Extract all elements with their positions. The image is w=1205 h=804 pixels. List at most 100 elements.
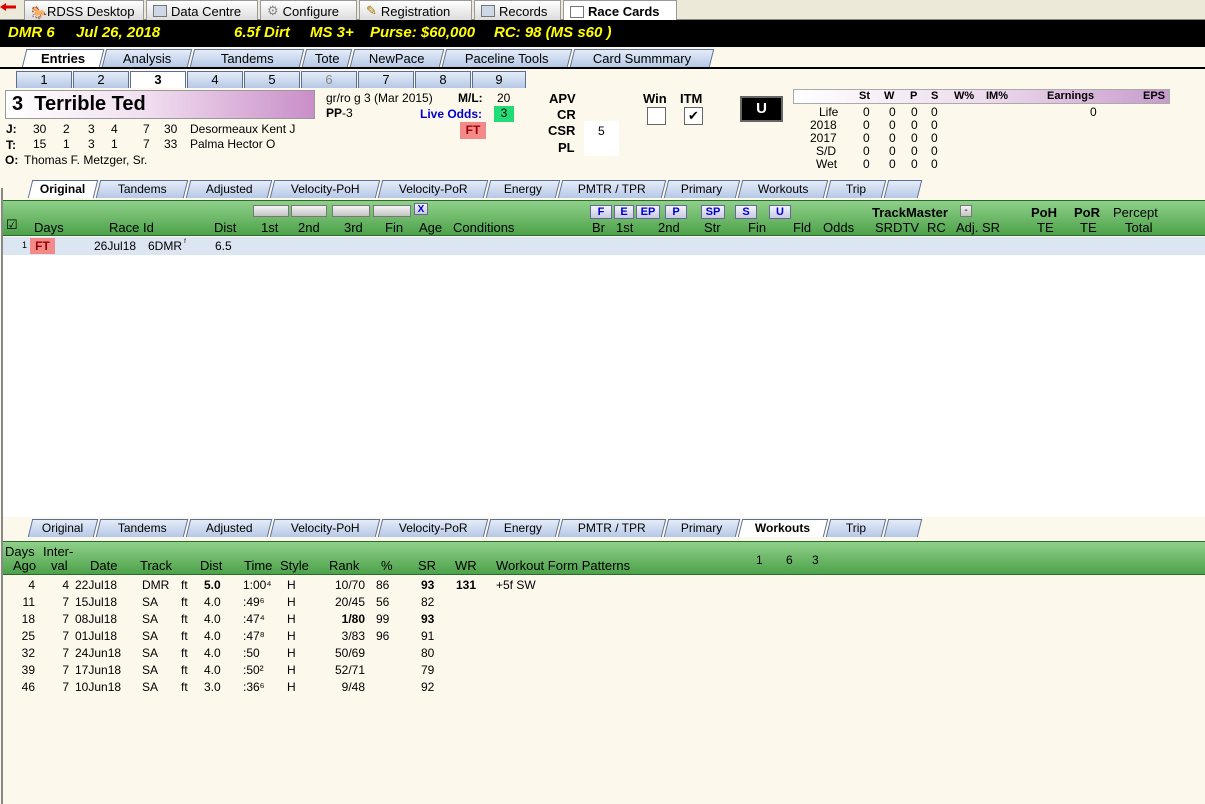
workout-rank: 1/80 [341,612,365,626]
workout-interval: 7 [62,646,69,660]
stats-cell: 0 [931,105,938,119]
tab-race-cards[interactable]: Race Cards [563,0,677,21]
tab-extra-lower[interactable] [883,519,923,537]
trainer-label: T: [6,138,16,152]
trackmaster-toggle-button[interactable]: - [960,205,972,217]
tab-rdss-desktop[interactable]: 🐎 RDSS Desktop [24,0,144,20]
entry-tab-7[interactable]: 7 [358,71,414,88]
tab-tandems-lower[interactable]: Tandems [95,519,189,537]
workout-style: H [287,680,296,694]
tab-paceline-tools[interactable]: Paceline Tools [441,49,573,67]
tab-adjusted-lower[interactable]: Adjusted [185,519,273,537]
table-row[interactable]: 11 7 15Jul18 SA ft 4.0:49⁶ H 20/45 56 82 [3,594,1205,611]
tab-adjusted[interactable]: Adjusted [185,180,273,198]
sort-2nd-button[interactable] [291,205,327,217]
table-row[interactable]: 18 7 08Jul18 SA ft 4.0:47⁴ H 1/80 99 93 [3,611,1205,628]
workout-pct: 99 [376,612,390,626]
stats-row-label: 2017 [810,131,837,145]
pace-u-button[interactable]: U [769,205,791,219]
tab-records[interactable]: Records [474,0,561,20]
workout-time: :47⁸ [243,629,265,643]
workout-time: :50² [243,663,264,677]
workout-dist: 4.0 [204,595,221,609]
tab-primary-lower[interactable]: Primary [663,519,741,537]
entry-tab-9[interactable]: 9 [472,71,526,88]
workout-pct: 56 [376,595,390,609]
stats-header-s: S [931,90,939,102]
tab-workouts[interactable]: Workouts [737,180,829,198]
pace-p-button[interactable]: P [665,205,687,219]
clear-x-button[interactable]: X [414,203,428,215]
win-checkbox[interactable] [647,107,666,125]
pace-f-button[interactable]: F [590,205,612,219]
itm-checkbox[interactable]: ✔ [684,107,703,125]
tab-tote[interactable]: Tote [301,49,353,67]
select-all-checkbox[interactable]: ☑ [6,217,18,233]
entry-tab-6[interactable]: 6 [301,71,357,88]
stats-header-im-pct: IM% [986,90,1008,102]
tab-velocity-por[interactable]: Velocity-PoR [377,180,489,198]
tab-pmtr-tpr[interactable]: PMTR / TPR [557,180,667,198]
tab-entries[interactable]: Entries [21,49,105,68]
tab-pmtr-tpr-lower[interactable]: PMTR / TPR [557,519,667,537]
workout-dist: 3.0 [204,680,221,694]
win-label: Win [643,91,667,106]
tab-energy-lower[interactable]: Energy [485,519,561,537]
tab-energy[interactable]: Energy [485,180,561,198]
tab-registration[interactable]: ✎ Registration [359,0,472,20]
entry-tab-1[interactable]: 1 [16,71,72,88]
sort-1st-button[interactable] [253,205,289,217]
tab-trip[interactable]: Trip [825,180,887,198]
tab-data-centre[interactable]: Data Centre [146,0,258,20]
tab-trip-lower[interactable]: Trip [825,519,887,537]
tab-velocity-poh-lower[interactable]: Velocity-PoH [269,519,381,537]
col-adj-sr: Adj. SR [956,220,1001,235]
col-rc: RC [927,220,946,235]
tab-configure[interactable]: ⚙ Configure [260,0,357,20]
table-row[interactable]: 1 FT 26Jul18 6DMR ᶠ 6.5 [3,237,1205,255]
entry-tab-3[interactable]: 3 [130,71,186,88]
stats-cell: 0 [863,144,870,158]
sort-fin-button[interactable] [373,205,411,217]
tab-original-lower[interactable]: Original [27,519,99,537]
tab-extra[interactable] [883,180,923,198]
back-arrow-icon[interactable] [0,0,16,11]
trainer-name[interactable]: Palma Hector O [190,137,275,151]
workout-track: DMR [142,578,170,592]
pace-s-button[interactable]: S [735,205,757,219]
pace-ep-button[interactable]: EP [636,205,660,219]
stats-header-w: W [884,90,895,102]
table-row[interactable]: 46 7 10Jun18 SA ft 3.0:36⁶ H 9/48 92 [3,679,1205,696]
pace-sp-button[interactable]: SP [701,205,725,219]
pace-e-button[interactable]: E [614,205,634,219]
tab-workouts-lower[interactable]: Workouts [737,519,829,537]
workout-interval: 7 [62,663,69,677]
jockey-name[interactable]: Desormeaux Kent J [190,122,295,136]
tab-velocity-poh[interactable]: Velocity-PoH [269,180,381,198]
tab-velocity-por-lower[interactable]: Velocity-PoR [377,519,489,537]
tab-tandems[interactable]: Tandems [189,49,305,67]
tab-tandems-view[interactable]: Tandems [95,180,189,198]
table-row[interactable]: 4 4 22Jul18 DMR ft 5.0 1:00⁴ H 10/70 86 93 131 +5f S… [3,577,1205,594]
entry-tab-4[interactable]: 4 [187,71,243,88]
entry-tab-2[interactable]: 2 [73,71,129,88]
tab-analysis[interactable]: Analysis [101,49,193,67]
table-row[interactable]: 32 7 24Jun18 SA ft 4.0:50 H 50/69 80 [3,645,1205,662]
entry-tab-8[interactable]: 8 [415,71,471,88]
tab-card-summary[interactable]: Card Summmary [569,49,715,67]
tab-newpace[interactable]: NewPace [349,49,445,67]
race-distance-surface: 6.5f Dirt [234,24,290,41]
owner-name[interactable]: Thomas F. Metzger, Sr. [24,153,147,167]
col-percept: Percept [1113,205,1158,220]
tab-original[interactable]: Original [27,180,99,198]
stats-header-bar [793,89,1170,104]
pp-value: -3 [342,106,353,120]
table-row[interactable]: 25 7 01Jul18 SA ft 4.0:47⁸ H 3/83 96 91 [3,628,1205,645]
trainer-stat: 1 [111,137,118,151]
stats-cell: 0 [863,131,870,145]
u-button[interactable]: U [740,96,783,122]
tab-primary[interactable]: Primary [663,180,741,198]
sort-3rd-button[interactable] [332,205,370,217]
entry-tab-5[interactable]: 5 [244,71,300,88]
table-row[interactable]: 39 7 17Jun18 SA ft 4.0:50² H 52/71 79 [3,662,1205,679]
